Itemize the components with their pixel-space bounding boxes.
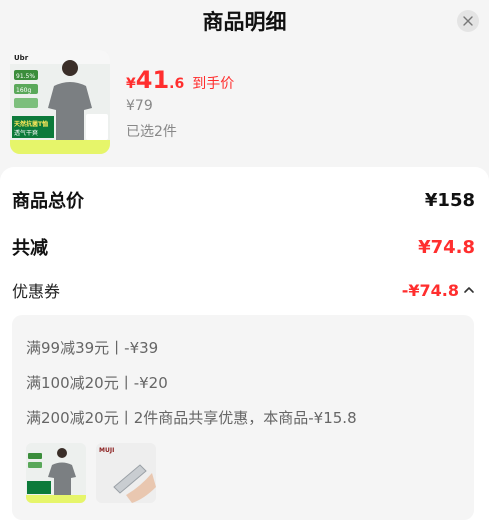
coupon-rule: 满100减20元丨-¥20	[26, 374, 168, 392]
chevron-up-icon	[464, 287, 474, 293]
header: 商品明细	[0, 0, 489, 44]
discount-row: 共减 ¥74.8	[12, 234, 475, 260]
close-icon	[463, 16, 473, 26]
badge-feature: 天然抗菌T恤	[14, 120, 48, 128]
tshirt-thumb-image	[26, 443, 86, 503]
coupon-rule: 满99减39元丨-¥39	[26, 339, 159, 357]
tshirt-model-image: Ubr 91.5% 160g 天然抗菌T恤 透气干爽	[10, 50, 110, 154]
coupon-rule: 满200减20元丨2件商品共享优惠，本商品-¥15.8	[26, 409, 357, 427]
coupon-product-thumb-tshirt[interactable]	[26, 443, 86, 503]
product-image[interactable]: Ubr 91.5% 160g 天然抗菌T恤 透气干爽	[10, 50, 110, 154]
price-tag: 到手价	[192, 76, 235, 92]
price-detail-panel: 商品总价 ¥158 共减 ¥74.8 优惠券 -¥74.8 满99减39元丨-¥…	[0, 167, 489, 527]
coupon-row[interactable]: 优惠券 -¥74.8	[12, 278, 475, 302]
badge-pct: 91.5%	[16, 73, 35, 80]
thumb-brand: MUJI	[99, 447, 114, 454]
badge-weight: 160g	[16, 87, 31, 94]
coupon-details: 满99减39元丨-¥39 满100减20元丨-¥20 满200减20元丨2件商品…	[12, 315, 474, 520]
page-title: 商品明细	[202, 10, 287, 34]
coupon-value: -¥74.8	[401, 280, 459, 300]
coupon-label: 优惠券	[12, 282, 61, 301]
badge-brand: Ubr	[14, 54, 29, 62]
discount-value: ¥74.8	[418, 236, 475, 258]
nail-clipper-thumb-image: MUJI	[96, 443, 156, 503]
selected-count: 已选2件	[126, 124, 177, 140]
total-price-row: 商品总价 ¥158	[12, 187, 475, 213]
coupon-product-thumb-clipper[interactable]: MUJI	[96, 443, 156, 503]
badge-feature2: 透气干爽	[14, 129, 38, 137]
close-button[interactable]	[457, 10, 479, 32]
total-label: 商品总价	[12, 191, 84, 212]
price-currency: ¥	[126, 76, 136, 92]
price-decimal: .6	[169, 76, 185, 92]
discount-label: 共减	[12, 238, 48, 259]
coupon-toggle[interactable]: -¥74.8	[402, 281, 475, 300]
original-price: ¥79	[126, 98, 153, 114]
total-value: ¥158	[424, 189, 475, 211]
final-price: ¥ 41 .6 到手价	[126, 68, 234, 93]
price-integer: 41	[135, 66, 170, 94]
